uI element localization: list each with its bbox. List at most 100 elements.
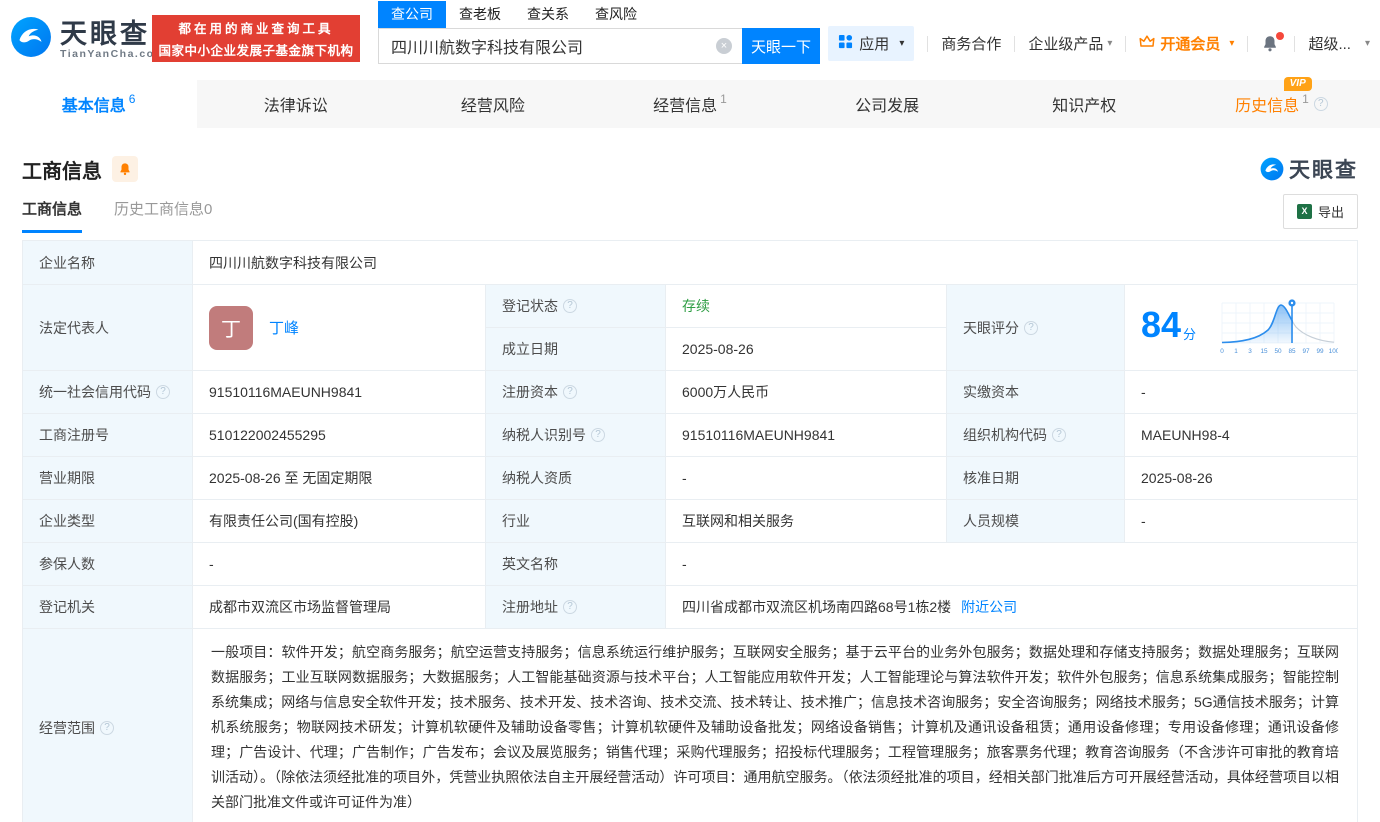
search-submit-button[interactable]: 天眼一下 (742, 28, 820, 64)
tab-label: 基本信息 (61, 98, 126, 115)
business-scope-label: 经营范围? (23, 629, 193, 822)
subtab-count: 0 (204, 201, 213, 218)
business-scope-value: 一般项目：软件开发；航空商务服务；航空运营支持服务；信息系统运行维护服务；互联网… (211, 644, 1339, 810)
site-logo[interactable]: 天眼查 TianYanCha.com (10, 16, 165, 63)
notifications-bell-icon[interactable] (1261, 31, 1285, 54)
company-name-value: 四川川航数字科技有限公司 (209, 254, 377, 271)
tab-company-development[interactable]: 公司发展 (789, 80, 986, 128)
svg-text:0: 0 (1220, 348, 1224, 355)
score-number: 84 (1141, 303, 1182, 345)
search-tab-risk[interactable]: 查风险 (582, 1, 650, 28)
table-row: 参保人数 - 英文名称 - (23, 543, 1357, 586)
reg-capital-value: 6000万人民币 (666, 371, 947, 413)
approval-date-value: 2025-08-26 (1141, 470, 1213, 486)
open-membership-button[interactable]: 开通会员 ▾ (1139, 33, 1234, 54)
account-label: 超级... (1308, 36, 1351, 53)
tab-count: 6 (128, 92, 136, 106)
divider (1125, 35, 1127, 52)
tab-intellectual-property[interactable]: 知识产权 (986, 80, 1183, 128)
export-button[interactable]: X 导出 (1282, 194, 1358, 229)
company-type-value: 有限责任公司(国有控股) (193, 500, 486, 542)
status-date-block: 登记状态? 存续 成立日期 2025-08-26 (486, 285, 947, 370)
slogan-line1: 都在用的商业查询工具 (178, 22, 334, 36)
insured-count-value: - (193, 543, 486, 585)
site-header: 天眼查 TianYanCha.com 都在用的商业查询工具 国家中小企业发展子基… (0, 0, 1380, 80)
tab-count: 1 (720, 92, 727, 106)
industry-label: 行业 (486, 500, 666, 542)
chevron-down-icon: ▾ (1364, 38, 1370, 49)
slogan-line2: 国家中小企业发展子基金旗下机构 (158, 44, 354, 58)
company-search-input[interactable] (378, 28, 742, 64)
brand-slogan-banner: 都在用的商业查询工具 国家中小企业发展子基金旗下机构 (152, 15, 360, 62)
legal-rep-avatar[interactable]: 丁 (209, 305, 253, 350)
tab-business-info[interactable]: 经营信息 1 (591, 80, 788, 128)
table-row: 企业类型 有限责任公司(国有控股) 行业 互联网和相关服务 人员规模 - (23, 500, 1357, 543)
tab-label: 知识产权 (1052, 98, 1117, 115)
chevron-down-icon: ▾ (1107, 38, 1113, 49)
svg-text:100: 100 (1329, 348, 1338, 355)
help-icon[interactable]: ? (100, 720, 114, 735)
credit-code-label: 统一社会信用代码? (23, 371, 193, 413)
score-label: 天眼评分? (947, 285, 1125, 370)
reg-address-value: 四川省成都市双流区机场南四路68号1栋2楼 附近公司 (682, 597, 1018, 617)
paid-capital-value: - (1141, 384, 1146, 400)
help-icon[interactable]: ? (1052, 428, 1066, 442)
legal-rep-label: 法定代表人 (23, 285, 193, 370)
apps-grid-icon (838, 34, 853, 53)
divider (927, 35, 929, 52)
legal-rep-name-link[interactable]: 丁峰 (269, 317, 299, 338)
table-row: 营业期限 2025-08-26 至 无固定期限 纳税人资质 - 核准日期 202… (23, 457, 1357, 500)
tab-history-info[interactable]: 历史信息 1 ? VIP (1183, 77, 1380, 128)
business-info-table: 企业名称 四川川航数字科技有限公司 法定代表人 丁 丁峰 登记状态? 存续 成立… (22, 240, 1358, 822)
credit-code-value: 91510116MAEUNH9841 (193, 371, 486, 413)
help-icon[interactable]: ? (1024, 320, 1038, 335)
subtab-business-info[interactable]: 工商信息 (22, 198, 83, 233)
nav-business-cooperation[interactable]: 商务合作 (941, 33, 1001, 54)
help-icon[interactable]: ? (1313, 97, 1328, 111)
reg-status-value: 存续 (682, 298, 710, 314)
reg-authority-label: 登记机关 (23, 586, 193, 628)
search-tab-boss[interactable]: 查老板 (446, 1, 514, 28)
clear-search-icon[interactable]: × (716, 38, 732, 54)
help-icon[interactable]: ? (563, 299, 577, 313)
svg-text:85: 85 (1289, 348, 1297, 355)
help-icon[interactable]: ? (563, 600, 577, 614)
search-tab-relation[interactable]: 查关系 (514, 1, 582, 28)
reg-capital-label: 注册资本? (486, 371, 666, 413)
crown-icon (1139, 35, 1155, 52)
english-name-value: - (682, 556, 687, 572)
reg-address-label: 注册地址? (486, 586, 666, 628)
nearby-companies-link[interactable]: 附近公司 (961, 597, 1017, 617)
reg-status-label: 登记状态? (486, 285, 666, 327)
help-icon[interactable]: ? (591, 428, 605, 442)
help-icon[interactable]: ? (156, 385, 170, 399)
monitor-bell-button[interactable] (112, 156, 138, 182)
approval-date-label: 核准日期 (947, 457, 1125, 499)
search-tab-company[interactable]: 查公司 (378, 1, 446, 28)
tab-operating-risk[interactable]: 经营风险 (394, 80, 591, 128)
tab-label: 历史信息 (1235, 98, 1300, 115)
company-type-label: 企业类型 (23, 500, 193, 542)
staff-size-value: - (1141, 513, 1146, 529)
reg-number-value: 510122002455295 (193, 414, 486, 456)
score-distribution-chart: 0 1 3 15 50 85 97 99 100 (1220, 298, 1338, 355)
industry-value: 互联网和相关服务 (666, 500, 947, 542)
table-row: 统一社会信用代码? 91510116MAEUNH9841 注册资本? 6000万… (23, 371, 1357, 414)
search-tabs: 查公司 查老板 查关系 查风险 (378, 1, 820, 28)
user-account-menu[interactable]: 超级... ▾ (1308, 33, 1370, 54)
tab-count: 1 (1302, 92, 1309, 106)
tab-label: 经营信息 (653, 98, 718, 115)
apps-menu-button[interactable]: 应用 ▾ (828, 26, 915, 61)
svg-text:99: 99 (1317, 348, 1325, 355)
svg-text:97: 97 (1303, 348, 1311, 355)
nav-enterprise-products[interactable]: 企业级产品 ▾ (1028, 33, 1112, 54)
tab-label: 经营风险 (460, 98, 525, 115)
enterprise-label: 企业级产品 (1028, 36, 1104, 53)
vip-badge: VIP (1283, 77, 1312, 91)
tab-basic-info[interactable]: 基本信息 6 (0, 80, 198, 128)
tab-legal-proceedings[interactable]: 法律诉讼 (197, 80, 394, 128)
help-icon[interactable]: ? (563, 385, 577, 399)
org-code-value: MAEUNH98-4 (1141, 427, 1230, 443)
subtab-history-business-info[interactable]: 历史工商信息0 (114, 198, 212, 230)
insured-count-label: 参保人数 (23, 543, 193, 585)
